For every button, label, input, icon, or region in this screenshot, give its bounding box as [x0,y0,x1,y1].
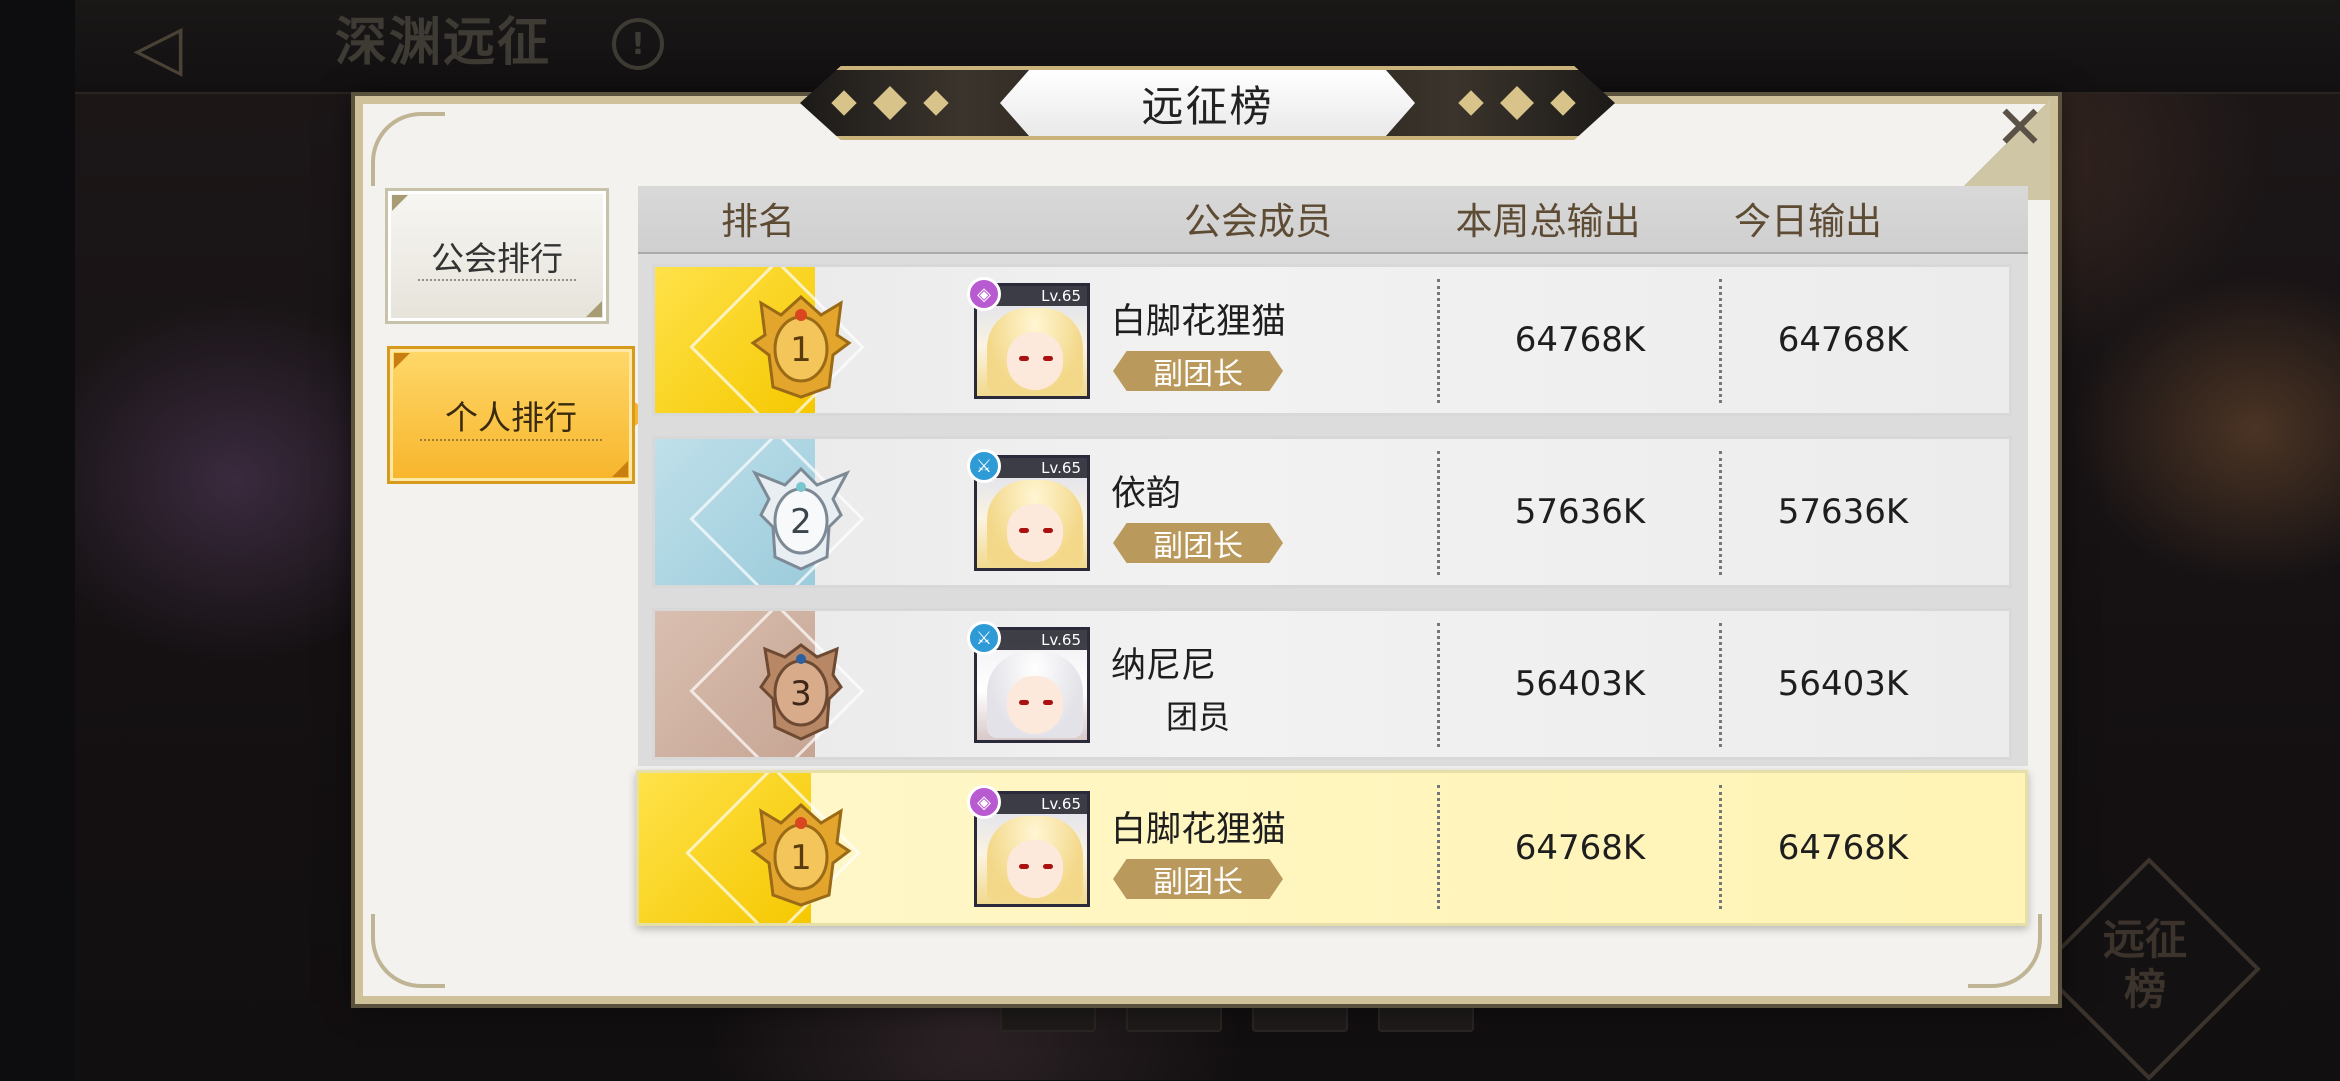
gold-medal-icon: 1 [750,294,852,399]
column-divider [1437,279,1440,403]
tab-guild-ranking[interactable]: 公会排行 [385,188,609,324]
bronze-medal-icon: 3 [759,643,843,741]
today-value: 56403K [1777,664,1909,704]
diamond-ornament [831,90,857,116]
rank-number: 2 [790,502,812,542]
close-icon[interactable]: ✕ [1990,98,2050,158]
class-icon: ⚔ [967,449,1001,483]
back-arrow-icon: ◁ [133,11,183,85]
avatar-eye [1019,864,1029,869]
title-ornament-right [1458,86,1576,120]
column-divider [1719,451,1722,575]
tab-label: 个人排行 [445,398,577,437]
header-today: 今日输出 [1734,200,1882,243]
class-icon: ◈ [967,785,1001,819]
member-name: 白脚花狸猫 [1111,810,1287,850]
silver-medal-icon: 2 [751,466,851,571]
week-total-value: 56403K [1514,664,1646,704]
info-icon[interactable]: ! [612,18,664,70]
tab-corner-ornament [394,353,410,369]
tab-corner-ornament [392,195,408,211]
avatar-eye [1019,528,1029,533]
member-name: 纳尼尼 [1111,646,1217,686]
column-divider [1719,623,1722,747]
table-row[interactable]: 1 Lv.65 ◈ 白脚花狸猫 副团长 64768K 64768K [652,264,2012,416]
member-name: 依韵 [1111,474,1182,514]
avatar-eye [1043,356,1053,361]
table-row[interactable]: 2 Lv.65 ⚔ 依韵 副团长 57636K 57636K [652,436,2012,588]
tab-corner-ornament [586,301,602,317]
header-week-total: 本周总输出 [1455,200,1641,243]
role-badge: 副团长 [1113,859,1283,899]
diamond-ornament [923,90,949,116]
today-value: 57636K [1777,492,1909,532]
table-header: 排名 公会成员 本周总输出 今日输出 [638,186,2028,254]
leaderboard-shortcut-label[interactable]: 远征 榜 [2085,915,2205,1015]
member-name: 白脚花狸猫 [1111,302,1287,342]
dialog-corner-ornament [371,112,445,186]
column-divider [1437,623,1440,747]
role-badge: 副团长 [1113,523,1283,563]
rank-number: 3 [790,674,812,714]
avatar-face [1007,840,1063,898]
tab-label: 公会排行 [431,239,563,278]
dialog-title: 远征榜 [1000,70,1415,136]
avatar-eye [1043,528,1053,533]
avatar-face [1007,332,1063,390]
avatar-face [1007,504,1063,562]
gold-medal-icon: 1 [750,802,852,907]
dialog-corner-ornament [371,914,445,988]
scene-title: 深渊远征 [335,13,552,73]
week-total-value: 57636K [1514,492,1646,532]
today-value: 64768K [1777,320,1909,360]
role-label: 团员 [1165,698,1230,736]
class-icon: ◈ [967,277,1001,311]
today-value: 64768K [1777,828,1909,868]
header-rank: 排名 [721,200,795,243]
role-badge: 副团长 [1113,351,1283,391]
column-divider [1437,451,1440,575]
column-divider [1719,785,1722,909]
avatar-eye [1043,864,1053,869]
tab-personal-ranking[interactable]: 个人排行 [387,346,635,484]
avatar-face [1007,676,1063,734]
tab-divider [418,279,576,281]
tab-divider [420,439,602,441]
week-total-value: 64768K [1514,320,1646,360]
class-icon: ⚔ [967,621,1001,655]
column-divider [1437,785,1440,909]
rank-number: 1 [790,330,812,370]
diamond-ornament [1458,90,1484,116]
rank-number: 1 [790,838,812,878]
diamond-ornament [1550,90,1576,116]
week-total-value: 64768K [1514,828,1646,868]
table-row[interactable]: 3 Lv.65 ⚔ 纳尼尼 团员 56403K 56403K [652,608,2012,760]
avatar-eye [1019,700,1029,705]
column-divider [1719,279,1722,403]
title-ornament-left [831,86,949,120]
self-ranking-row[interactable]: 1 Lv.65 ◈ 白脚花狸猫 副团长 64768K 64768K [636,770,2028,926]
avatar-eye [1043,700,1053,705]
avatar-eye [1019,356,1029,361]
tab-corner-ornament [612,461,628,477]
back-button[interactable]: ◁ [110,8,206,88]
